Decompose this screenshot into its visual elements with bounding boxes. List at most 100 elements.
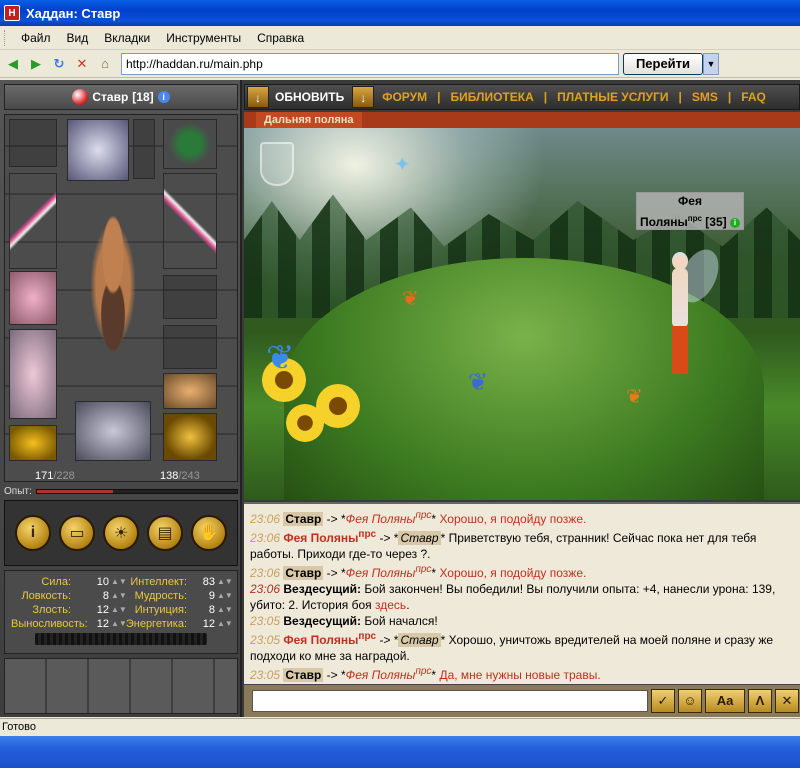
chat-message-text: Ставр -> *Фея Поляныпрс* Хорошо, я подой…: [283, 564, 587, 580]
menu-help[interactable]: Справка: [249, 31, 312, 45]
butterfly-icon: ❦: [468, 369, 489, 396]
menu-file[interactable]: Файл: [13, 31, 59, 45]
npc-fairy[interactable]: [654, 243, 727, 378]
book-icon[interactable]: ▤: [147, 515, 183, 551]
npc-label[interactable]: Фея Поляныпрс [35] i: [636, 192, 744, 230]
chat-timestamp: 23:05: [250, 668, 281, 682]
inventory-chest-icon[interactable]: ▭: [59, 515, 95, 551]
butterfly-icon: ❦: [626, 386, 643, 408]
window-title: Хаддан: Ставр: [26, 5, 121, 21]
info-button-icon[interactable]: i: [15, 515, 51, 551]
chat-timestamp: 23:06: [250, 582, 281, 596]
stat-adjust-arrows-icon[interactable]: ▲▼: [111, 589, 127, 603]
earring-slot-icon[interactable]: [133, 119, 155, 179]
close-icon[interactable]: ✕: [775, 689, 799, 713]
shield-icon: H: [4, 5, 20, 21]
weapon-left-slot-icon[interactable]: [9, 173, 57, 269]
chat-message-text: Ставр -> *Фея Поляныпрс* Да, мне нужны н…: [283, 666, 601, 682]
chat-input-bar: ✓ ☺ Aa Λ ✕: [244, 684, 800, 717]
character-level: [18]: [132, 90, 154, 104]
menu-bar: Файл Вид Вкладки Инструменты Справка: [0, 26, 800, 50]
abilities-sun-icon[interactable]: ☀: [103, 515, 139, 551]
sun-emblem-icon[interactable]: [163, 413, 217, 461]
boots-slot-icon[interactable]: [75, 401, 151, 461]
xp-bar: [35, 488, 238, 494]
stat-adjust-arrows-icon[interactable]: ▲▼: [111, 617, 127, 631]
nav-link-forum[interactable]: ФОРУМ: [382, 90, 427, 104]
xp-label: Опыт:: [4, 485, 32, 497]
menu-view[interactable]: Вид: [59, 31, 97, 45]
belt-slot-icon[interactable]: [163, 373, 217, 409]
stat-adjust-arrows-icon[interactable]: ▲▼: [217, 589, 233, 603]
top-nav: ↓ ОБНОВИТЬ ↓ ФОРУМ | БИБЛИОТЕКА | ПЛАТНЫЕ …: [244, 84, 800, 110]
stat-row: Выносливость: 12 ▲▼ Энергетика: 12 ▲▼: [11, 617, 233, 631]
chat-message: 23:06 Фея Поляныпрс -> * Ставр * Приветств…: [250, 527, 794, 562]
nav-link-library[interactable]: БИБЛИОТЕКА: [450, 90, 533, 104]
stat-adjust-arrows-icon[interactable]: ▲▼: [111, 603, 127, 617]
npc-name-line2: Поляныпрс [35] i: [637, 210, 743, 231]
character-header: Ставр [18] i: [4, 84, 238, 110]
back-arrow-icon[interactable]: ◀: [3, 54, 23, 74]
amulet-slot-icon[interactable]: [9, 119, 57, 167]
location-title-bar: Дальняя поляна: [244, 112, 800, 128]
chat-message: 23:05 Вездесущий: Бой начался!: [250, 613, 794, 629]
npc-name-line1: Фея: [678, 194, 702, 208]
nav-link-faq[interactable]: FAQ: [741, 90, 766, 104]
chat-timestamp: 23:06: [250, 531, 281, 545]
arrow-down-icon[interactable]: ↓: [247, 86, 269, 108]
nav-link-sms[interactable]: SMS: [692, 90, 718, 104]
nav-separator: |: [678, 90, 682, 104]
chat-timestamp: 23:06: [250, 566, 281, 580]
butterfly-icon: ❦: [266, 339, 295, 377]
menu-tools[interactable]: Инструменты: [158, 31, 249, 45]
character-avatar[interactable]: [73, 195, 153, 395]
armor-slot-icon[interactable]: [9, 271, 57, 325]
info-icon[interactable]: i: [729, 217, 740, 228]
font-size-button[interactable]: Aa: [705, 689, 745, 713]
menu-tabs[interactable]: Вкладки: [96, 31, 158, 45]
equipment-grid: 171/228 138/243: [4, 114, 238, 482]
address-toolbar: ◀ ▶ ↻ ✕ ⌂ http://haddan.ru/main.php Пере…: [0, 50, 800, 78]
address-input[interactable]: http://haddan.ru/main.php: [121, 52, 619, 75]
go-dropdown-chevron-down-icon[interactable]: ▼: [703, 52, 719, 75]
stat-adjust-arrows-icon[interactable]: ▲▼: [217, 575, 233, 589]
chat-input[interactable]: [252, 690, 648, 712]
leggings-slot-icon[interactable]: [9, 329, 57, 419]
stat-adjust-arrows-icon[interactable]: ▲▼: [111, 575, 127, 589]
toolbar-grip[interactable]: [4, 29, 7, 46]
caret-up-icon[interactable]: Λ: [748, 689, 772, 713]
checkmark-icon[interactable]: ✓: [651, 689, 675, 713]
title-bar: H Хаддан: Ставр: [0, 0, 800, 26]
location-scene[interactable]: ❦ ❦ ❦ ❦ ✦ Фея Поляныпрс [35] i: [244, 128, 800, 500]
helmet-slot-icon[interactable]: [67, 119, 129, 181]
fairy-legs: [672, 326, 688, 374]
stat-adjust-arrows-icon[interactable]: ▲▼: [217, 617, 233, 631]
refresh-button[interactable]: ОБНОВИТЬ: [269, 90, 350, 104]
bracers-slot-icon[interactable]: [163, 325, 217, 369]
stop-icon[interactable]: ✕: [72, 54, 92, 74]
info-icon[interactable]: i: [157, 91, 170, 103]
refresh-icon[interactable]: ↻: [49, 54, 69, 74]
home-icon[interactable]: ⌂: [95, 54, 115, 74]
stat-adjust-arrows-icon[interactable]: ▲▼: [217, 603, 233, 617]
stat-row: Злость: 12 ▲▼ Интуиция: 8 ▲▼: [32, 603, 233, 617]
nav-link-paid-services[interactable]: ПЛАТНЫЕ УСЛУГИ: [557, 90, 668, 104]
forward-arrow-icon[interactable]: ▶: [26, 54, 46, 74]
go-button[interactable]: Перейти: [623, 52, 703, 75]
handshake-icon[interactable]: ✋: [191, 515, 227, 551]
dragonfly-icon: ✦: [394, 154, 411, 176]
gloves-slot-icon[interactable]: [163, 275, 217, 319]
clan-ball-icon: [72, 89, 89, 105]
chat-message-text: Ставр -> *Фея Поляныпрс* Хорошо, я подой…: [283, 510, 587, 526]
mana-readout: 138/243: [160, 470, 200, 482]
weapon-right-slot-icon[interactable]: [163, 173, 217, 269]
smile-icon[interactable]: ☺: [678, 689, 702, 713]
rings-slot-icon[interactable]: [163, 119, 217, 169]
stats-panel: Сила: 10 ▲▼ Интеллект: 83 ▲▼ Ловкость: 8 ▲▼ Му…: [4, 570, 238, 654]
stat-row: Сила: 10 ▲▼ Интеллект: 83 ▲▼: [41, 575, 233, 589]
arrow-down-icon[interactable]: ↓: [352, 86, 375, 108]
stat-row: Ловкость: 8 ▲▼ Мудрость: 9 ▲▼: [21, 589, 233, 603]
chat-log[interactable]: 23:06 Ставр -> *Фея Поляныпрс* Хорошо, я…: [244, 502, 800, 684]
heart-slot-icon[interactable]: [9, 425, 57, 461]
action-buttons: i ▭ ☀ ▤ ✋: [4, 500, 238, 566]
